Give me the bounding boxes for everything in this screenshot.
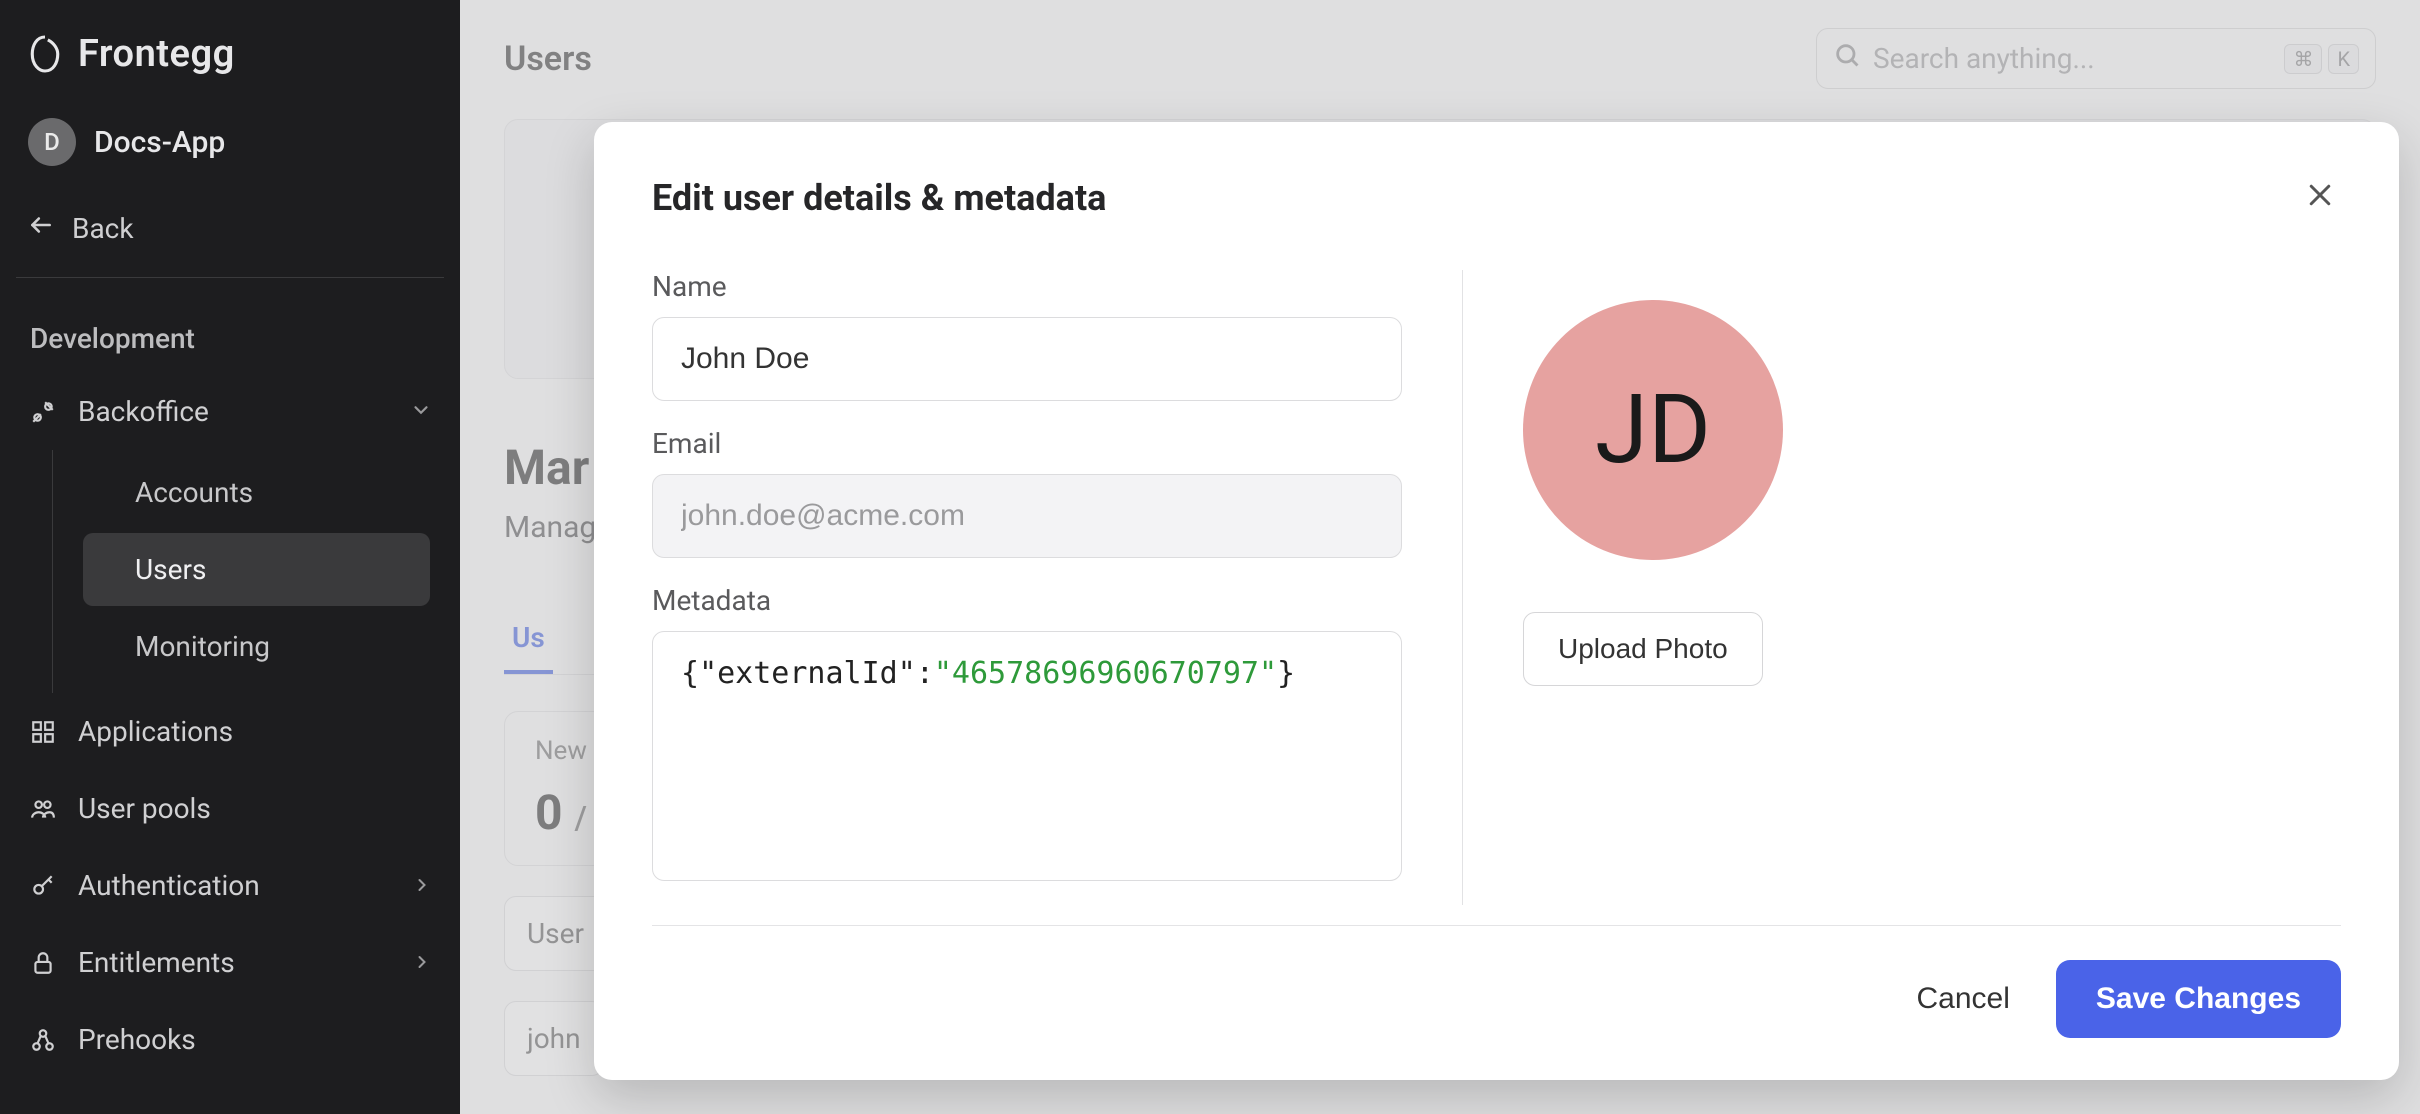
json-colon: : xyxy=(916,656,934,691)
name-label: Name xyxy=(652,270,1402,303)
json-key: "externalId" xyxy=(699,656,916,691)
cancel-button[interactable]: Cancel xyxy=(1905,966,2022,1032)
edit-user-modal: Edit user details & metadata Name Email … xyxy=(594,122,2399,1080)
grid-icon xyxy=(28,717,58,747)
close-button[interactable] xyxy=(2299,174,2341,222)
metadata-label: Metadata xyxy=(652,584,1402,617)
avatar-initials: JD xyxy=(1595,374,1711,486)
frontegg-logo-icon xyxy=(28,34,62,74)
json-brace-open: { xyxy=(681,656,699,691)
back-button[interactable]: Back xyxy=(0,186,460,271)
chevron-right-icon xyxy=(412,869,432,902)
sidebar-item-monitoring[interactable]: Monitoring xyxy=(83,610,430,683)
app-name: Docs-App xyxy=(94,125,225,160)
chevron-down-icon xyxy=(410,395,432,428)
user-avatar: JD xyxy=(1523,300,1783,560)
brand: Frontegg xyxy=(0,10,460,102)
sidebar-item-applications[interactable]: Applications xyxy=(0,693,460,770)
sidebar-item-label: Prehooks xyxy=(78,1023,196,1056)
sidebar-item-user-pools[interactable]: User pools xyxy=(0,770,460,847)
sidebar-item-users[interactable]: Users xyxy=(83,533,430,606)
modal-footer: Cancel Save Changes xyxy=(652,925,2341,1038)
chevron-right-icon xyxy=(412,946,432,979)
webhook-icon xyxy=(28,1025,58,1055)
sidebar-item-entitlements[interactable]: Entitlements xyxy=(0,924,460,1001)
sidebar-item-label: Backoffice xyxy=(78,395,209,428)
field-email: Email xyxy=(652,427,1402,558)
key-icon xyxy=(28,871,58,901)
back-label: Back xyxy=(72,212,134,245)
form-column: Name Email Metadata {"externalId":"46578… xyxy=(652,270,1402,905)
json-value: "46578696960670797" xyxy=(934,656,1277,691)
email-label: Email xyxy=(652,427,1402,460)
tools-icon xyxy=(28,397,58,427)
app-selector[interactable]: D Docs-App xyxy=(0,102,460,186)
sidebar-item-backoffice[interactable]: Backoffice xyxy=(0,373,460,450)
sidebar-item-label: User pools xyxy=(78,792,211,825)
environment-label[interactable]: Development xyxy=(0,304,460,373)
sidebar-item-label: Authentication xyxy=(78,869,260,902)
divider xyxy=(16,277,444,278)
name-input[interactable] xyxy=(652,317,1402,401)
vertical-separator xyxy=(1462,270,1463,905)
save-button[interactable]: Save Changes xyxy=(2056,960,2341,1038)
backoffice-subnav: Accounts Users Monitoring xyxy=(52,450,460,693)
sidebar-item-authentication[interactable]: Authentication xyxy=(0,847,460,924)
photo-column: JD Upload Photo xyxy=(1523,270,2341,905)
lock-icon xyxy=(28,948,58,978)
metadata-input[interactable]: {"externalId":"46578696960670797"} xyxy=(652,631,1402,881)
sidebar: Frontegg D Docs-App Back Development Bac… xyxy=(0,0,460,1114)
sidebar-item-prehooks[interactable]: Prehooks xyxy=(0,1001,460,1078)
json-brace-close: } xyxy=(1277,656,1295,691)
upload-photo-button[interactable]: Upload Photo xyxy=(1523,612,1763,686)
arrow-left-icon xyxy=(28,212,54,245)
close-icon xyxy=(2305,179,2335,219)
modal-title: Edit user details & metadata xyxy=(652,177,1106,219)
field-name: Name xyxy=(652,270,1402,401)
brand-name: Frontegg xyxy=(78,32,235,76)
modal-header: Edit user details & metadata xyxy=(652,174,2341,222)
users-icon xyxy=(28,794,58,824)
app-avatar: D xyxy=(28,118,76,166)
email-input xyxy=(652,474,1402,558)
sidebar-item-accounts[interactable]: Accounts xyxy=(83,456,430,529)
field-metadata: Metadata {"externalId":"4657869696067079… xyxy=(652,584,1402,881)
sidebar-item-label: Entitlements xyxy=(78,946,235,979)
modal-body: Name Email Metadata {"externalId":"46578… xyxy=(652,270,2341,905)
sidebar-item-label: Applications xyxy=(78,715,233,748)
